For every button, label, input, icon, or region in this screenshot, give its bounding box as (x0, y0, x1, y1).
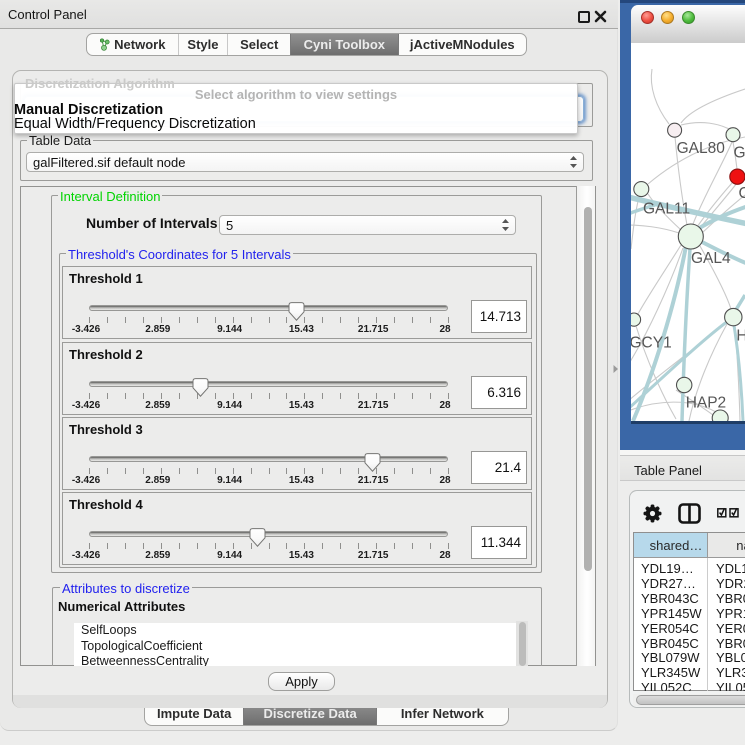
svg-text:GAL4: GAL4 (691, 250, 731, 267)
svg-text:G.: G. (734, 145, 745, 162)
svg-text:C: C (739, 185, 745, 202)
svg-text:HAP2: HAP2 (686, 395, 727, 412)
svg-text:GAL11: GAL11 (643, 201, 690, 218)
svg-text:H: H (736, 328, 745, 345)
svg-text:GCY1: GCY1 (631, 335, 672, 352)
svg-text:GAL80: GAL80 (677, 140, 726, 157)
